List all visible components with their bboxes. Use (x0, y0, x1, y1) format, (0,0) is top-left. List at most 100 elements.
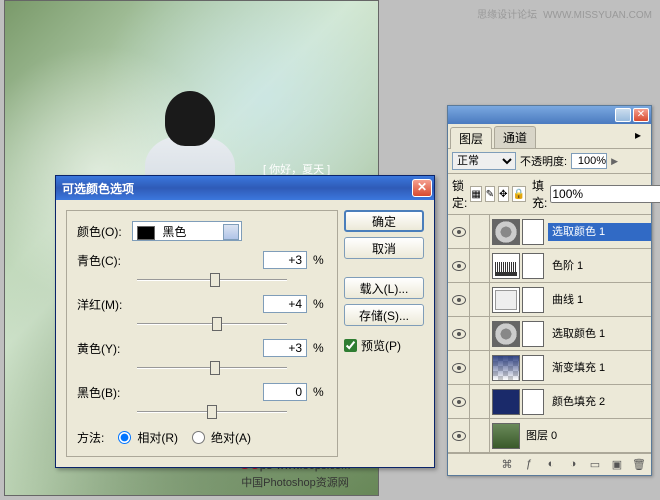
absolute-radio[interactable] (192, 431, 205, 444)
relative-radio[interactable] (118, 431, 131, 444)
layer-name[interactable]: 选取颜色 1 (548, 325, 651, 343)
eye-icon (452, 261, 466, 271)
minimize-icon[interactable] (615, 108, 631, 122)
cyan-slider[interactable] (137, 273, 287, 291)
layer-mask-thumbnail[interactable] (522, 389, 544, 415)
visibility-toggle[interactable] (448, 283, 470, 316)
add-mask-icon[interactable]: ◐ (543, 458, 559, 472)
link-col[interactable] (470, 419, 490, 452)
lock-transparency-icon[interactable]: ▦ (470, 186, 481, 202)
lock-label: 锁定: (452, 177, 467, 211)
visibility-toggle[interactable] (448, 215, 470, 248)
layer-mask-thumbnail[interactable] (522, 321, 544, 347)
ok-button[interactable]: 确定 (344, 210, 424, 232)
link-layers-icon[interactable]: ⌘ (499, 458, 515, 472)
tab-layers[interactable]: 图层 (450, 127, 492, 149)
layers-list: 选取颜色 1 色阶 1 曲线 1 选取颜色 1 渐变填充 1 颜色填充 2 图层 0 (448, 215, 651, 453)
visibility-toggle[interactable] (448, 351, 470, 384)
visibility-toggle[interactable] (448, 317, 470, 350)
layer-name[interactable]: 色阶 1 (548, 257, 651, 275)
layers-panel: ✕ 图层 通道 ▸ 正常 不透明度: ▶ 锁定: ▦ ✎ ✥ 🔒 填充: ▶ 选… (447, 105, 652, 476)
layer-row[interactable]: 颜色填充 2 (448, 385, 651, 419)
layer-row[interactable]: 选取颜色 1 (448, 317, 651, 351)
layer-mask-thumbnail[interactable] (522, 287, 544, 313)
layer-name[interactable]: 选取颜色 1 (548, 223, 651, 241)
black-input[interactable] (263, 383, 307, 401)
eye-icon (452, 431, 466, 441)
black-label: 黑色(B): (77, 384, 137, 401)
layer-thumbnail[interactable] (492, 219, 520, 245)
eye-icon (452, 227, 466, 237)
layer-thumbnail[interactable] (492, 321, 520, 347)
eye-icon (452, 397, 466, 407)
link-col[interactable] (470, 215, 490, 248)
eye-icon (452, 363, 466, 373)
layer-style-icon[interactable]: ƒ (521, 458, 537, 472)
link-col[interactable] (470, 317, 490, 350)
layer-mask-thumbnail[interactable] (522, 355, 544, 381)
color-label: 颜色(O): (77, 223, 132, 240)
link-col[interactable] (470, 351, 490, 384)
yellow-label: 黄色(Y): (77, 340, 137, 357)
layer-thumbnail[interactable] (492, 389, 520, 415)
layer-row[interactable]: 选取颜色 1 (448, 215, 651, 249)
dialog-title: 可选颜色选项 (62, 180, 412, 197)
layer-thumbnail[interactable] (492, 355, 520, 381)
panel-footer: ⌘ ƒ ◐ ◑ ▭ ▣ 🗑 (448, 453, 651, 475)
visibility-toggle[interactable] (448, 385, 470, 418)
layer-name[interactable]: 图层 0 (522, 427, 651, 445)
link-col[interactable] (470, 385, 490, 418)
layer-row[interactable]: 色阶 1 (448, 249, 651, 283)
new-group-icon[interactable]: ▭ (587, 458, 603, 472)
lock-paint-icon[interactable]: ✎ (485, 186, 495, 202)
opacity-label: 不透明度: (520, 153, 567, 169)
layer-row[interactable]: 渐变填充 1 (448, 351, 651, 385)
panel-close-icon[interactable]: ✕ (633, 108, 649, 122)
swatch-icon (137, 226, 155, 240)
save-button[interactable]: 存储(S)... (344, 304, 424, 326)
panel-titlebar[interactable]: ✕ (448, 106, 651, 124)
black-slider[interactable] (137, 405, 287, 423)
magenta-slider[interactable] (137, 317, 287, 335)
fill-input[interactable] (550, 185, 660, 203)
color-dropdown[interactable]: 黑色 (132, 221, 242, 241)
link-col[interactable] (470, 249, 490, 282)
new-adjustment-icon[interactable]: ◑ (565, 458, 581, 472)
layer-thumbnail[interactable] (492, 287, 520, 313)
layer-name[interactable]: 曲线 1 (548, 291, 651, 309)
delete-layer-icon[interactable]: 🗑 (631, 458, 647, 472)
dialog-titlebar[interactable]: 可选颜色选项 ✕ (56, 176, 434, 200)
layer-name[interactable]: 渐变填充 1 (548, 359, 651, 377)
load-button[interactable]: 载入(L)... (344, 277, 424, 299)
tab-channels[interactable]: 通道 (494, 126, 536, 148)
eye-icon (452, 329, 466, 339)
layer-mask-thumbnail[interactable] (522, 219, 544, 245)
yellow-input[interactable] (263, 339, 307, 357)
visibility-toggle[interactable] (448, 249, 470, 282)
visibility-toggle[interactable] (448, 419, 470, 452)
link-col[interactable] (470, 283, 490, 316)
cancel-button[interactable]: 取消 (344, 237, 424, 259)
layer-row[interactable]: 图层 0 (448, 419, 651, 453)
layer-thumbnail[interactable] (492, 423, 520, 449)
preview-checkbox[interactable] (344, 339, 357, 352)
yellow-slider[interactable] (137, 361, 287, 379)
opacity-input[interactable] (571, 153, 607, 169)
selective-color-dialog: 可选颜色选项 ✕ 颜色(O): 黑色 青色(C):% 洋红(M):% 黄色(Y)… (55, 175, 435, 468)
new-layer-icon[interactable]: ▣ (609, 458, 625, 472)
layer-mask-thumbnail[interactable] (522, 253, 544, 279)
lock-position-icon[interactable]: ✥ (498, 186, 508, 202)
fill-label: 填充: (532, 177, 547, 211)
panel-menu-icon[interactable]: ▸ (627, 126, 649, 148)
opacity-flyout-icon[interactable]: ▶ (611, 156, 618, 167)
method-label: 方法: (77, 429, 104, 446)
layer-thumbnail[interactable] (492, 253, 520, 279)
layer-name[interactable]: 颜色填充 2 (548, 393, 651, 411)
blend-mode-select[interactable]: 正常 (452, 152, 516, 170)
layer-row[interactable]: 曲线 1 (448, 283, 651, 317)
close-icon[interactable]: ✕ (412, 179, 432, 197)
cyan-input[interactable] (263, 251, 307, 269)
watermark: 思缘设计论坛WWW.MISSYUAN.COM (471, 6, 652, 21)
lock-all-icon[interactable]: 🔒 (512, 186, 526, 202)
magenta-input[interactable] (263, 295, 307, 313)
